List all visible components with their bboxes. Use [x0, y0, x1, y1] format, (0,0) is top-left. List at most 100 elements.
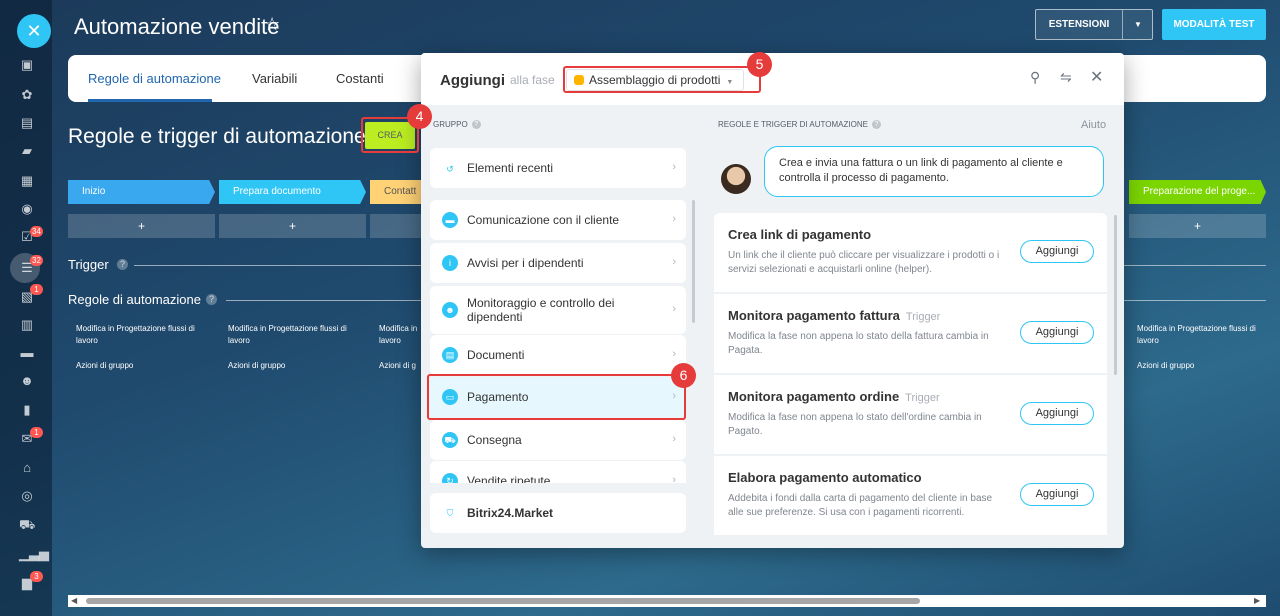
group-item-delivery[interactable]: ⛟ Consegna › [430, 420, 686, 460]
help-icon[interactable]: ? [871, 120, 881, 130]
repeat-icon: ↻ [442, 473, 458, 483]
rule-card-monitor-order-payment: Monitora pagamento ordine Trigger Modific… [714, 375, 1107, 454]
add-button[interactable]: Aggiungi [1020, 240, 1094, 263]
group-item-label: Documenti [467, 348, 525, 362]
horizontal-scrollbar[interactable]: ◀ ▶ [68, 595, 1266, 607]
search-icon[interactable]: ⚲ [1030, 69, 1040, 86]
group-actions-link[interactable]: Azioni di g [379, 360, 416, 372]
tab-automation-rules[interactable]: Regole di automazione [88, 71, 221, 86]
cart-icon[interactable]: ⛟ [19, 518, 35, 532]
help-link[interactable]: Aiuto [1081, 119, 1106, 131]
section-heading: Regole e trigger di automazione [68, 125, 366, 148]
notification-badge: 1 [30, 427, 43, 438]
step-marker-4: 4 [407, 104, 432, 129]
hint-bubble: Crea e invia una fattura o un link di pa… [764, 146, 1104, 197]
horizontal-scrollbar-thumb[interactable] [86, 598, 920, 604]
add-button[interactable]: Aggiungi [1020, 402, 1094, 425]
schedule-icon[interactable]: ▥ [19, 318, 35, 332]
rule-title: Monitora pagamento ordine Trigger [728, 389, 940, 404]
highlight-payment [427, 374, 686, 420]
dialog-title: Aggiungi [440, 72, 505, 89]
step-marker-6: 6 [671, 363, 696, 388]
divider [1124, 300, 1266, 301]
tab-variables[interactable]: Variabili [252, 71, 297, 86]
rule-title: Monitora pagamento fattura Trigger [728, 308, 941, 323]
rule-description: Modifica la fase non appena lo stato del… [728, 412, 982, 437]
star-icon[interactable]: ☆ [264, 14, 280, 35]
extensions-button[interactable]: ESTENSIONI ▼ [1035, 9, 1153, 40]
calendar-icon[interactable]: ▦ [19, 174, 35, 188]
add-rule-dialog: Aggiungi alla fase Assemblaggio di prodo… [421, 53, 1124, 548]
close-icon[interactable]: ✕ [1090, 67, 1103, 87]
info-icon[interactable]: ? [206, 294, 217, 305]
chevron-right-icon: › [672, 161, 676, 173]
group-item-documents[interactable]: ▤ Documenti › [430, 335, 686, 375]
add-rule-plus-button[interactable]: + [1129, 214, 1266, 238]
analytics-icon[interactable]: ▁▃▅ [19, 547, 49, 561]
inbox-icon[interactable]: ▬ [19, 346, 35, 360]
add-rule-plus-button[interactable] [370, 214, 421, 238]
home-icon[interactable]: ▣ [19, 58, 35, 72]
extensions-label: ESTENSIONI [1048, 19, 1110, 30]
scroll-left-icon[interactable]: ◀ [71, 596, 77, 605]
add-rule-plus-button[interactable]: + [219, 214, 366, 238]
rule-description: Addebita i fondi dalla carta di pagament… [728, 493, 993, 518]
info-icon[interactable]: ? [117, 259, 128, 270]
rules-list-scrollbar[interactable] [1114, 215, 1117, 375]
close-icon[interactable]: ✕ [17, 14, 51, 48]
add-button[interactable]: Aggiungi [1020, 321, 1094, 344]
stage-start[interactable]: Inizio [68, 180, 215, 204]
group-item-employee-alerts[interactable]: i Avvisi per i dipendenti › [430, 243, 686, 283]
rules-label: Regole di automazione [68, 292, 201, 307]
divider [226, 300, 421, 301]
group-item-recent[interactable]: ↺ Elementi recenti › [430, 148, 686, 188]
trigger-tag: Trigger [905, 392, 940, 404]
chat-icon[interactable]: ▰ [19, 144, 35, 158]
document-icon[interactable]: ▮ [19, 403, 35, 417]
stage-project-preparation[interactable]: Preparazione del proge... [1129, 180, 1266, 204]
goal-icon[interactable]: ◎ [19, 489, 35, 503]
avatar [721, 164, 751, 194]
rule-link-truncated[interactable]: Modifica in lavoro [379, 323, 421, 347]
group-actions-link[interactable]: Azioni di gruppo [228, 360, 285, 372]
notification-badge: 3 [30, 571, 43, 582]
rule-description: Modifica la fase non appena lo stato del… [728, 331, 989, 356]
step-marker-5: 5 [747, 52, 772, 77]
stage-contact[interactable]: Contatt [370, 180, 421, 204]
add-button[interactable]: Aggiungi [1020, 483, 1094, 506]
chevron-down-icon[interactable]: ▼ [1122, 10, 1153, 39]
group-item-repeat-sales[interactable]: ↻ Vendite ripetute › [430, 461, 686, 483]
notification-badge: 34 [30, 226, 43, 237]
rule-card-monitor-invoice-payment: Monitora pagamento fattura Trigger Modifi… [714, 294, 1107, 373]
settings-sliders-icon[interactable]: ⇋ [1060, 69, 1072, 86]
chevron-right-icon: › [672, 348, 676, 360]
test-mode-button[interactable]: MODALITÀ TEST [1162, 9, 1266, 40]
divider [134, 265, 421, 266]
chat-icon: ▬ [442, 212, 458, 228]
group-actions-link[interactable]: Azioni di gruppo [76, 360, 133, 372]
group-item-market[interactable]: ⛉ Bitrix24.Market [430, 493, 686, 533]
tab-constants[interactable]: Costanti [336, 71, 384, 86]
rules-column-header: REGOLE E TRIGGER DI AUTOMAZIONE? [718, 120, 881, 130]
rule-link[interactable]: Modifica in Progettazione flussi di lavo… [228, 323, 368, 347]
rule-description: Un link che il cliente può cliccare per … [728, 250, 1000, 275]
group-item-customer-communication[interactable]: ▬ Comunicazione con il cliente › [430, 200, 686, 240]
bank-icon[interactable]: ⌂ [19, 461, 35, 475]
help-icon[interactable]: ? [471, 120, 481, 130]
group-column-header: GRUPPO? [433, 120, 481, 130]
tasks-icon[interactable]: ▤ [19, 116, 35, 130]
people-icon[interactable]: ☻ [19, 374, 35, 388]
activity-icon[interactable]: ✿ [19, 88, 35, 102]
trigger-label: Trigger [68, 257, 109, 272]
group-actions-link[interactable]: Azioni di gruppo [1137, 360, 1194, 372]
group-list-scrollbar[interactable] [692, 200, 695, 323]
add-rule-plus-button[interactable]: + [68, 214, 215, 238]
rule-link[interactable]: Modifica in Progettazione flussi di lavo… [1137, 323, 1267, 347]
rule-link[interactable]: Modifica in Progettazione flussi di lavo… [76, 323, 216, 347]
stage-prepare-document[interactable]: Prepara documento [219, 180, 366, 204]
target-icon[interactable]: ◉ [19, 202, 35, 216]
group-item-employee-monitoring[interactable]: ☻ Monitoraggio e controllo dei dipendent… [430, 286, 686, 334]
group-item-label: Monitoraggio e controllo dei dipendenti [467, 296, 615, 324]
active-tab-indicator [88, 99, 212, 102]
scroll-right-icon[interactable]: ▶ [1254, 596, 1260, 605]
